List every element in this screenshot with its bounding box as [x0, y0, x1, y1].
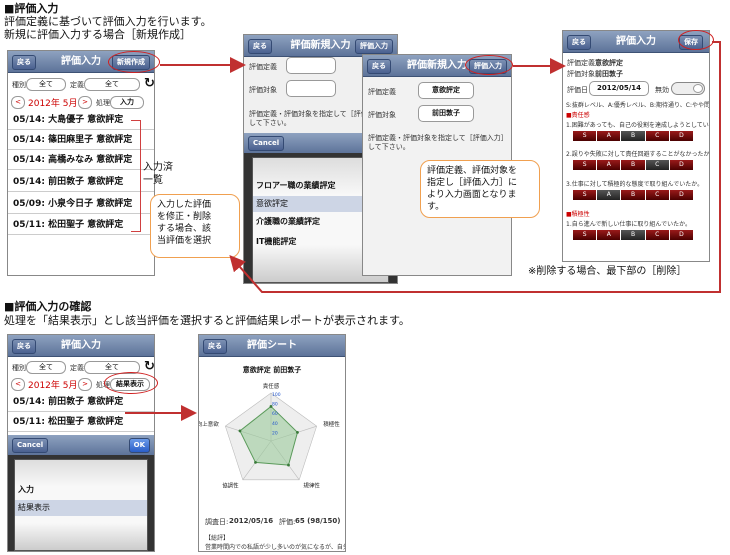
back-button[interactable]: 戻る: [203, 339, 227, 354]
radar-tick-label: 40: [272, 421, 278, 427]
screen-evaluation-sheet: 評価シート 戻る 意欲評定 前田敦子 100 80 60 40 20 責任感 積極性 規律性協…: [198, 334, 346, 552]
radar-tick-label: 100: [272, 392, 281, 398]
flow-arrow-result: [125, 405, 197, 421]
radar-point: [254, 460, 257, 464]
section2-heading: ■評価入力の確認: [4, 300, 92, 313]
month-label: 2012年 5月: [28, 381, 78, 391]
next-month-button[interactable]: >: [78, 378, 92, 391]
radar-axis-label: 責任感: [263, 382, 280, 390]
picker-item[interactable]: 入力: [15, 482, 147, 498]
cancel-button[interactable]: Cancel: [12, 438, 49, 453]
prev-month-button[interactable]: <: [11, 378, 25, 391]
section2-line1: 処理を「結果表示」とし該当評価を選択すると評価結果レポートが表示されます。: [4, 314, 410, 327]
navbar-title: 評価入力: [61, 340, 101, 351]
arrow-save-return: [229, 41, 721, 293]
radar-chart: 100 80 60 40 20 責任感積極性規律性 協調性 能力向上意欲: [199, 382, 340, 489]
navbar-title: 評価シート: [247, 340, 297, 351]
radar-tick-label: 20: [272, 430, 278, 436]
radar-tick-label: 80: [272, 402, 278, 408]
radar-tick-label: 60: [272, 411, 278, 417]
radar-point: [287, 463, 290, 467]
comment-label: 【総評】: [205, 535, 230, 542]
def-label: 定義: [70, 364, 84, 372]
radar-axis-label: 積極性: [323, 420, 340, 428]
screen-evaluation-list-result: 評価入力 戻る 種別 全て 定義 全て ↻ < 2012年 5月 > 処理 結果…: [7, 334, 155, 552]
highlight-proc-select: [104, 372, 158, 394]
radar-point: [238, 429, 242, 433]
radar-axis-label: 規律性: [303, 481, 320, 489]
type-label: 種別: [12, 364, 26, 372]
score-label: 評価:: [279, 518, 296, 526]
ok-button[interactable]: OK: [128, 438, 150, 453]
score-value: 65 (98/150): [295, 517, 341, 525]
type-select[interactable]: 全て: [26, 361, 66, 374]
process-picker[interactable]: 入力 結果表示: [14, 459, 148, 551]
flow-arrows: [160, 41, 721, 293]
date-value: 2012/05/16: [229, 517, 274, 525]
date-label: 調査日:: [205, 518, 229, 526]
refresh-icon[interactable]: ↻: [144, 359, 154, 374]
radar-axis-label: 能力向上意欲: [199, 420, 219, 428]
picker-item-selected[interactable]: 結果表示: [15, 500, 147, 516]
radar-axis-label: 協調性: [222, 481, 239, 489]
comment-text: 営業時間内での私語が少し多いのが気になるが、自分を客: [205, 544, 345, 551]
back-button[interactable]: 戻る: [12, 339, 36, 354]
radar-point: [296, 430, 299, 434]
